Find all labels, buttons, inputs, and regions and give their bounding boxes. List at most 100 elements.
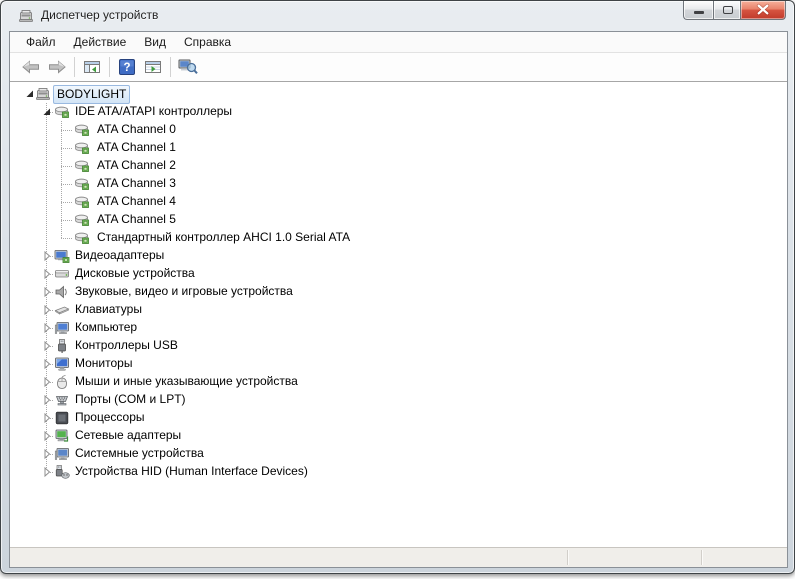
- collapsed-arrow-icon[interactable]: [40, 465, 54, 479]
- maximize-button[interactable]: [713, 1, 741, 20]
- screen: Диспетчер устройств Фай: [0, 0, 795, 579]
- toolbar: ?: [10, 53, 787, 82]
- device-tree: BODYLIGHTIDE ATA/ATAPI контроллерыATA Ch…: [10, 82, 787, 547]
- tree-item-ata-channel-0[interactable]: ATA Channel 0: [10, 121, 787, 139]
- monitor-icon: [54, 356, 70, 372]
- forward-button[interactable]: [44, 55, 70, 79]
- device-manager-icon: [18, 8, 34, 24]
- tree-item-контроллеры-usb[interactable]: Контроллеры USB: [10, 337, 787, 355]
- tree-item-ata-channel-1[interactable]: ATA Channel 1: [10, 139, 787, 157]
- toolbar-separator: [170, 57, 171, 77]
- collapsed-arrow-icon[interactable]: [40, 447, 54, 461]
- status-section-1: [10, 548, 567, 567]
- disk-drive-icon: [54, 266, 70, 282]
- tree-item-системные-устройства[interactable]: Системные устройства: [10, 445, 787, 463]
- collapsed-arrow-icon[interactable]: [40, 411, 54, 425]
- processor-icon: [54, 410, 70, 426]
- ide-controller-icon: [74, 122, 90, 138]
- tree-item-label: ATA Channel 2: [97, 157, 176, 174]
- network-adapter-icon: [54, 428, 70, 444]
- tree-item-процессоры[interactable]: Процессоры: [10, 409, 787, 427]
- status-section-2: [568, 548, 701, 567]
- back-button[interactable]: [18, 55, 44, 79]
- audio-device-icon: [54, 284, 70, 300]
- collapsed-arrow-icon[interactable]: [40, 393, 54, 407]
- minimize-button[interactable]: [683, 1, 713, 20]
- tree-item-label: Клавиатуры: [75, 301, 142, 318]
- tree-item-label: Стандартный контроллер AHCI 1.0 Serial A…: [97, 229, 350, 246]
- tree-item-сетевые-адаптеры[interactable]: Сетевые адаптеры: [10, 427, 787, 445]
- title-bar[interactable]: Диспетчер устройств: [1, 1, 794, 31]
- status-bar: [10, 547, 787, 567]
- tree-item-ata-channel-5[interactable]: ATA Channel 5: [10, 211, 787, 229]
- collapsed-arrow-icon[interactable]: [40, 375, 54, 389]
- properties-button[interactable]: [140, 55, 166, 79]
- collapsed-arrow-icon[interactable]: [40, 321, 54, 335]
- tree-item-компьютер[interactable]: Компьютер: [10, 319, 787, 337]
- toolbar-separator: [109, 57, 110, 77]
- tree-item-label: ATA Channel 3: [97, 175, 176, 192]
- menu-file[interactable]: Файл: [17, 33, 65, 51]
- collapsed-arrow-icon[interactable]: [40, 429, 54, 443]
- tree-item-порты-com-и-lpt[interactable]: Порты (COM и LPT): [10, 391, 787, 409]
- collapsed-arrow-icon[interactable]: [40, 303, 54, 317]
- tree-item-label: ATA Channel 4: [97, 193, 176, 210]
- tree-item-label: Процессоры: [75, 409, 145, 426]
- tree-item-стандартный-контроллер-ahci-1-0-serial-ata[interactable]: Стандартный контроллер AHCI 1.0 Serial A…: [10, 229, 787, 247]
- help-button[interactable]: ?: [114, 55, 140, 79]
- collapsed-arrow-icon[interactable]: [40, 285, 54, 299]
- maximize-icon: [723, 6, 733, 14]
- show-hide-console-tree-button[interactable]: [79, 55, 105, 79]
- tree-item-label: ATA Channel 0: [97, 121, 176, 138]
- usb-controller-icon: [54, 338, 70, 354]
- ide-controller-icon: [74, 158, 90, 174]
- device-manager-window: Диспетчер устройств Фай: [0, 0, 795, 574]
- tree-item-bodylight[interactable]: BODYLIGHT: [10, 85, 787, 103]
- close-button[interactable]: [741, 1, 786, 20]
- menu-bar: Файл Действие Вид Справка: [10, 32, 787, 53]
- tree-item-label: Устройства HID (Human Interface Devices): [75, 463, 308, 480]
- computer-magnifier-icon: [178, 58, 198, 76]
- tree-item-label: ATA Channel 1: [97, 139, 176, 156]
- tree-item-звуковые-видео-и-игровые-устройства[interactable]: Звуковые, видео и игровые устройства: [10, 283, 787, 301]
- ide-controller-icon: [54, 104, 70, 120]
- keyboard-icon: [54, 302, 70, 318]
- svg-text:?: ?: [123, 62, 130, 74]
- ide-controller-icon: [74, 194, 90, 210]
- toolbar-separator: [74, 57, 75, 77]
- tree-item-ata-channel-3[interactable]: ATA Channel 3: [10, 175, 787, 193]
- tree-item-ata-channel-2[interactable]: ATA Channel 2: [10, 157, 787, 175]
- expanded-arrow-icon[interactable]: [40, 105, 54, 119]
- tree-item-устройства-hid-human-interface-devices[interactable]: Устройства HID (Human Interface Devices): [10, 463, 787, 481]
- scan-hardware-changes-button[interactable]: [175, 55, 201, 79]
- menu-help[interactable]: Справка: [175, 33, 240, 51]
- minimize-icon: [694, 11, 704, 14]
- tree-item-label: Порты (COM и LPT): [75, 391, 186, 408]
- tree-item-label: ATA Channel 5: [97, 211, 176, 228]
- properties-icon: [144, 59, 162, 75]
- collapsed-arrow-icon[interactable]: [40, 339, 54, 353]
- tree-item-label: Мыши и иные указывающие устройства: [75, 373, 298, 390]
- tree-item-клавиатуры[interactable]: Клавиатуры: [10, 301, 787, 319]
- ide-controller-icon: [74, 212, 90, 228]
- ports-icon: [54, 392, 70, 408]
- tree-item-видеоадаптеры[interactable]: Видеоадаптеры: [10, 247, 787, 265]
- menu-view[interactable]: Вид: [135, 33, 175, 51]
- tree-item-мониторы[interactable]: Мониторы: [10, 355, 787, 373]
- system-device-icon: [54, 446, 70, 462]
- console-tree-icon: [83, 59, 101, 75]
- tree-item-дисковые-устройства[interactable]: Дисковые устройства: [10, 265, 787, 283]
- status-section-3: [702, 548, 787, 567]
- menu-action[interactable]: Действие: [65, 33, 136, 51]
- close-icon: [741, 1, 785, 19]
- tree-item-ata-channel-4[interactable]: ATA Channel 4: [10, 193, 787, 211]
- tree-item-label: IDE ATA/ATAPI контроллеры: [75, 103, 232, 120]
- collapsed-arrow-icon[interactable]: [40, 249, 54, 263]
- computer-root-icon: [35, 86, 51, 102]
- tree-item-label: Звуковые, видео и игровые устройства: [75, 283, 293, 300]
- tree-item-мыши-и-иные-указывающие-устройства[interactable]: Мыши и иные указывающие устройства: [10, 373, 787, 391]
- collapsed-arrow-icon[interactable]: [40, 357, 54, 371]
- collapsed-arrow-icon[interactable]: [40, 267, 54, 281]
- tree-item-label: Мониторы: [75, 355, 132, 372]
- tree-item-ide-ata-atapi-контроллеры[interactable]: IDE ATA/ATAPI контроллеры: [10, 103, 787, 121]
